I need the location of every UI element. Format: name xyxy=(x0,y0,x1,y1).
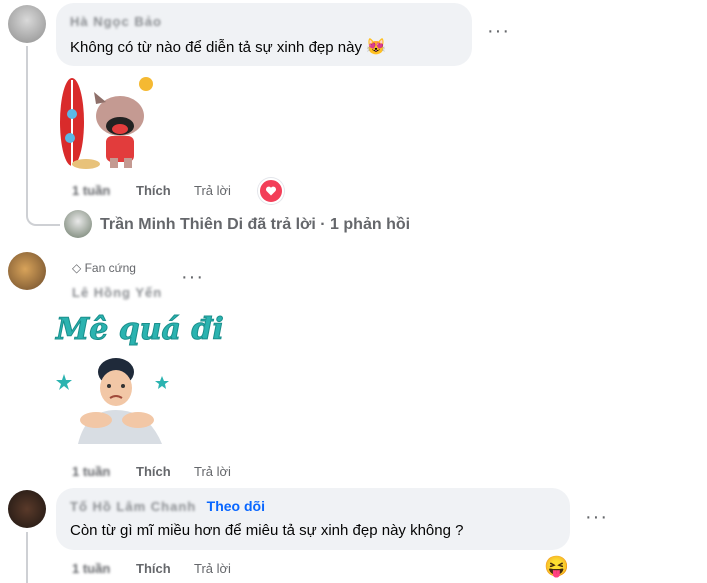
avatar[interactable] xyxy=(8,5,46,43)
like-button[interactable]: Thích xyxy=(136,464,171,479)
thread-line xyxy=(26,46,28,216)
follow-button[interactable]: Theo dõi xyxy=(207,498,265,514)
thread-elbow xyxy=(26,200,60,226)
comment-time[interactable]: 1 tuần xyxy=(72,561,110,576)
cat-heart-eyes-emoji-icon: 😻 xyxy=(366,39,387,56)
reply-button[interactable]: Trả lời xyxy=(194,183,231,198)
avatar[interactable] xyxy=(8,252,46,290)
comment-author[interactable]: Hà Ngọc Bảo xyxy=(70,14,162,29)
comment-bubble: Tố Hồ Lâm Chanh Theo dõi Còn từ gì mĩ mi… xyxy=(56,488,570,550)
thread-line xyxy=(26,532,28,583)
sticker-surfboard-pig[interactable] xyxy=(56,74,158,172)
sticker-caption: Mê quá đi xyxy=(56,312,225,348)
more-options-button[interactable]: ··· xyxy=(181,266,204,289)
comment-text: Không có từ nào để diễn tả sự xinh đẹp n… xyxy=(70,39,387,56)
comment-author[interactable]: Lê Hồng Yến xyxy=(72,285,162,300)
love-reaction-icon[interactable] xyxy=(258,178,284,204)
more-options-button[interactable]: ··· xyxy=(487,20,510,43)
reply-summary-link[interactable]: Trần Minh Thiên Di đã trả lời · 1 phản h… xyxy=(100,216,410,234)
fan-badge: ◇ Fan cứng xyxy=(72,261,136,275)
comment-time[interactable]: 1 tuần xyxy=(72,183,110,198)
comment-time[interactable]: 1 tuần xyxy=(72,464,110,479)
comment-bubble: Hà Ngọc Bảo Không có từ nào để diễn tả s… xyxy=(56,3,472,66)
comment-header: Tố Hồ Lâm Chanh Theo dõi xyxy=(70,498,265,516)
like-button[interactable]: Thích xyxy=(136,183,171,198)
reply-button[interactable]: Trả lời xyxy=(194,464,231,479)
more-options-button[interactable]: ··· xyxy=(585,506,608,529)
comment-author[interactable]: Tố Hồ Lâm Chanh xyxy=(70,499,196,514)
squinting-tongue-emoji-icon[interactable]: 😝 xyxy=(544,556,569,578)
like-button[interactable]: Thích xyxy=(136,561,171,576)
comment-actions: 1 tuần Thích Trả lời xyxy=(72,560,302,578)
comment-text: Còn từ gì mĩ miều hơn để miêu tả sự xinh… xyxy=(70,522,464,539)
sticker-me-qua-di[interactable]: Mê quá đi xyxy=(56,312,224,458)
avatar[interactable] xyxy=(8,490,46,528)
replier-avatar[interactable] xyxy=(64,210,92,238)
diamond-icon: ◇ xyxy=(72,261,82,275)
reply-button[interactable]: Trả lời xyxy=(194,561,231,576)
comment-actions: 1 tuần Thích Trả lời xyxy=(72,463,302,481)
